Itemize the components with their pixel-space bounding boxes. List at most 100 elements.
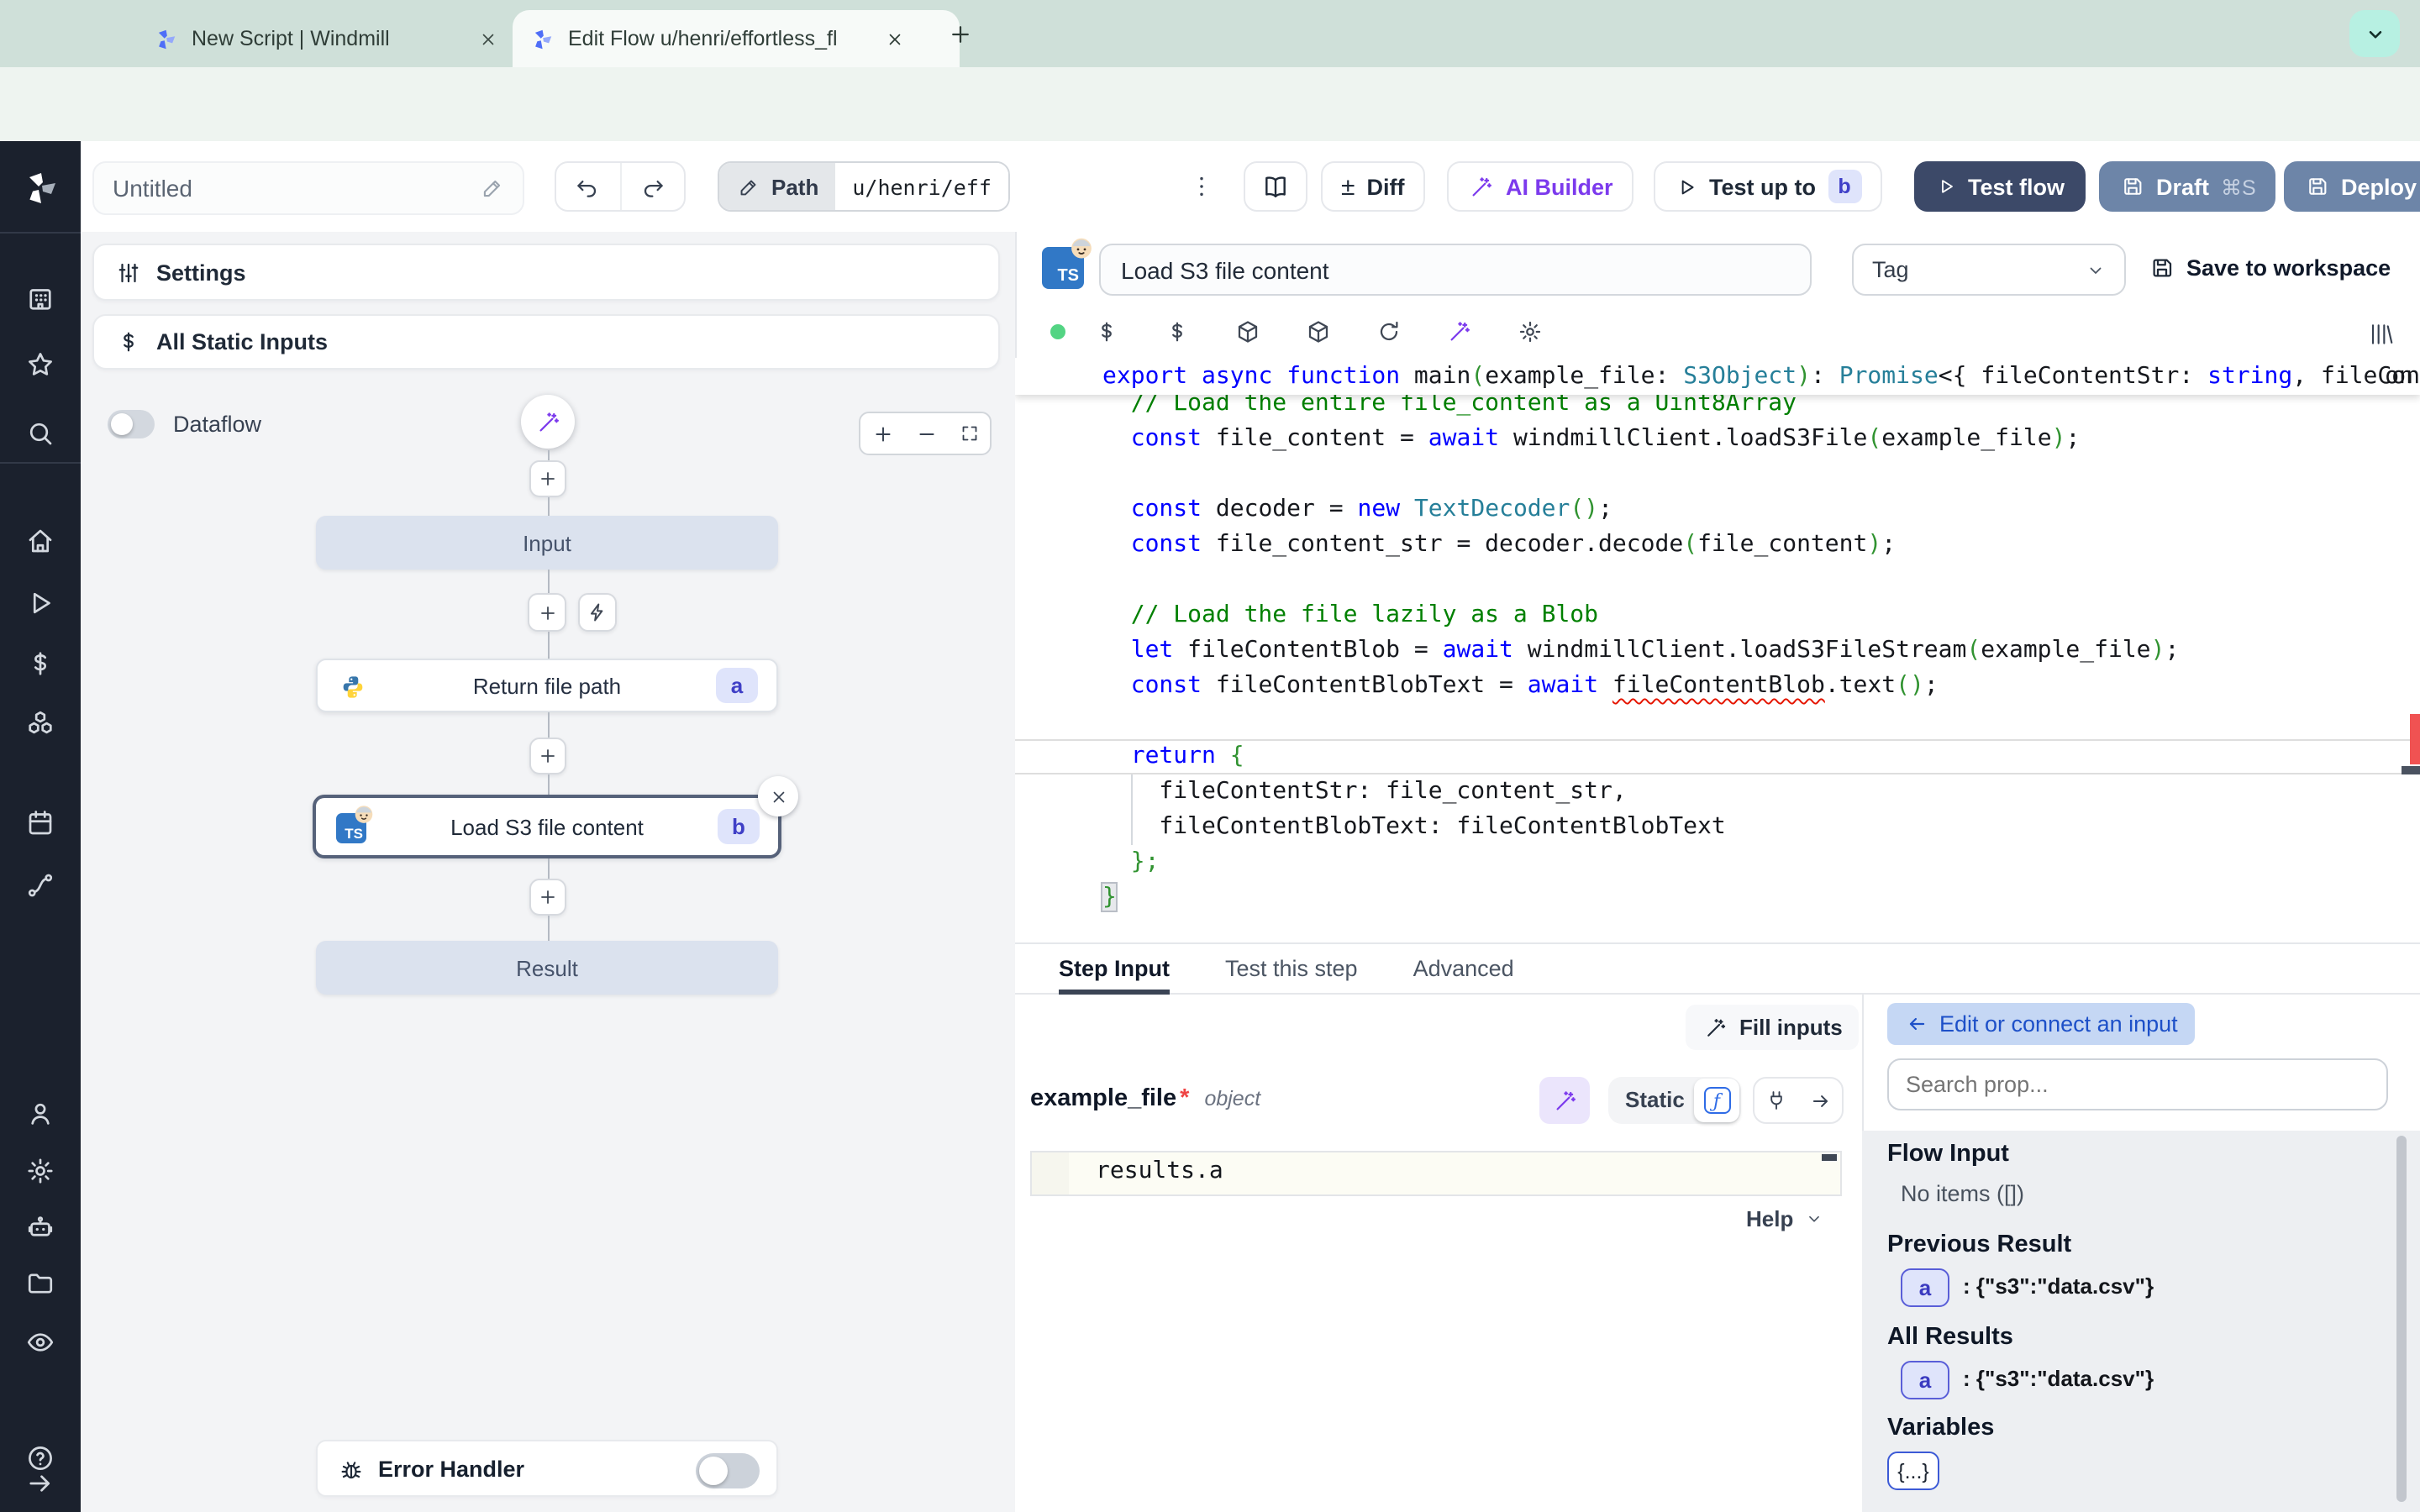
tab-test-this-step[interactable]: Test this step [1225,943,1358,994]
result-badge-a[interactable]: a [1901,1361,1949,1399]
add-step-top-button[interactable] [529,460,566,497]
wand-icon[interactable] [1444,316,1474,346]
library-icon[interactable] [2366,319,2395,348]
arrow-left-icon [1904,1012,1928,1036]
search-prop-input[interactable] [1887,1058,2388,1110]
dollar-icon[interactable] [1161,316,1192,346]
ai-fill-wand-button[interactable] [1539,1077,1590,1124]
zoom-in-icon[interactable] [871,422,894,445]
step-node-a[interactable]: Return file path a [316,659,778,712]
save-to-workspace-button[interactable]: Save to workspace [2148,254,2391,281]
draft-button[interactable]: Draft ⌘S [2099,161,2276,212]
sidebar-item-settings[interactable] [25,1156,55,1186]
new-tab-icon[interactable] [944,18,975,49]
tag-select[interactable]: Tag [1852,244,2126,296]
flow-title-field[interactable]: Untitled [92,161,524,215]
status-dot-icon [1042,316,1072,346]
undo-icon[interactable] [556,163,621,210]
expression-mode-button[interactable]: ƒ [1694,1079,1739,1122]
redo-icon[interactable] [621,163,684,210]
code-line[interactable] [1015,457,2420,492]
code-line[interactable]: const file_content = await windmillClien… [1015,422,2420,457]
zoom-out-icon[interactable] [914,422,938,445]
code-line[interactable] [1015,563,2420,598]
edit-pencil-icon[interactable] [479,176,504,201]
more-options-kebab-icon[interactable] [1186,165,1217,208]
sidebar-item-favorites[interactable] [25,349,55,380]
deploy-button[interactable]: Deploy [2284,161,2420,212]
dollar-icon[interactable] [1091,316,1121,346]
tab-advanced[interactable]: Advanced [1413,943,1514,994]
arrow-right-icon[interactable] [1809,1089,1833,1112]
variables-badge[interactable]: {...} [1887,1452,1939,1490]
path-field[interactable]: Path u/henri/eff [718,161,1010,212]
test-up-to-button[interactable]: Test up to b [1654,161,1881,212]
remove-step-close-button[interactable] [758,776,798,816]
add-step-button[interactable] [528,593,566,632]
add-step-button[interactable] [529,738,566,774]
ai-flow-wand-button[interactable] [521,395,575,449]
code-line[interactable]: }; [1015,845,2420,880]
dataflow-toggle[interactable] [108,410,155,438]
test-flow-button[interactable]: Test flow [1914,161,2085,212]
tab-close-icon[interactable] [881,25,908,52]
flow-input-node[interactable]: Input [316,516,778,570]
edit-or-connect-button[interactable]: Edit or connect an input [1887,1003,2195,1045]
code-line[interactable] [1015,704,2420,739]
flow-settings-row[interactable]: Settings [92,244,1000,301]
windmill-logo[interactable] [20,168,60,208]
tab-step-input[interactable]: Step Input [1059,943,1170,994]
static-label[interactable]: Static [1625,1087,1685,1112]
tab-close-icon[interactable] [474,25,501,52]
dataflow-label: Dataflow [173,412,261,437]
code-line[interactable]: const fileContentBlobText = await fileCo… [1015,669,2420,704]
code-line[interactable]: fileContentBlobText: fileContentBlobText [1015,810,2420,845]
sidebar-item-flows[interactable] [25,870,55,900]
package-icon[interactable] [1302,316,1333,346]
flow-result-node[interactable]: Result [316,941,778,995]
fill-inputs-button[interactable]: Fill inputs [1686,1005,1860,1050]
code-line[interactable]: let fileContentBlob = await windmillClie… [1015,633,2420,669]
error-handler-toggle[interactable] [696,1452,760,1488]
tab-search-chevron-button[interactable] [2349,10,2400,57]
browser-tab-active[interactable]: Edit Flow u/henri/effortless_fl [513,10,960,67]
gear-icon[interactable] [1514,316,1544,346]
sidebar-item-folders[interactable] [25,1268,55,1299]
refresh-icon[interactable] [1373,316,1403,346]
sidebar-item-variables[interactable] [25,648,55,679]
step-node-b-selected[interactable]: TS Load S3 file content b [313,795,781,858]
code-line[interactable]: const file_content_str = decoder.decode(… [1015,528,2420,563]
sidebar-item-expand[interactable] [25,1468,55,1499]
sidebar-item-account[interactable] [25,1099,55,1129]
code-line[interactable]: } [1015,880,2420,916]
sidebar-item-search[interactable] [25,418,55,449]
step-name-input[interactable] [1099,244,1812,296]
diff-button[interactable]: ± Diff [1321,161,1424,212]
sidebar-item-audit[interactable] [25,1327,55,1357]
fit-view-icon[interactable] [958,423,980,444]
error-handler-row[interactable]: Error Handler [316,1440,778,1497]
result-badge-a[interactable]: a [1901,1268,1949,1307]
prop-picker-scrollbar[interactable] [2396,1136,2407,1502]
sidebar-item-resources[interactable] [25,709,55,739]
code-line[interactable]: return { [1015,739,2420,774]
sidebar-item-workspace[interactable] [25,284,55,314]
all-static-inputs-row[interactable]: All Static Inputs [92,314,1000,370]
plug-icon[interactable] [1765,1088,1790,1113]
code-line[interactable]: const decoder = new TextDecoder(); [1015,492,2420,528]
browser-tab-inactive[interactable]: New Script | Windmill [136,10,551,67]
sidebar-item-schedules[interactable] [25,808,55,838]
add-step-button[interactable] [529,879,566,916]
ai-builder-button[interactable]: AI Builder [1447,161,1634,212]
add-trigger-lightning-button[interactable] [578,593,617,632]
code-editor[interactable]: export async function main(example_file:… [1015,358,2420,944]
docs-book-button[interactable] [1244,161,1307,212]
expression-input[interactable]: results.a [1030,1151,1842,1196]
code-line[interactable]: // Load the file lazily as a Blob [1015,598,2420,633]
sidebar-item-workers[interactable] [25,1213,55,1243]
code-line[interactable]: fileContentStr: file_content_str, [1015,774,2420,810]
sidebar-item-home[interactable] [25,526,55,556]
package-icon[interactable] [1232,316,1262,346]
help-toggle[interactable]: Help [1746,1206,1823,1231]
sidebar-item-runs[interactable] [25,588,55,618]
